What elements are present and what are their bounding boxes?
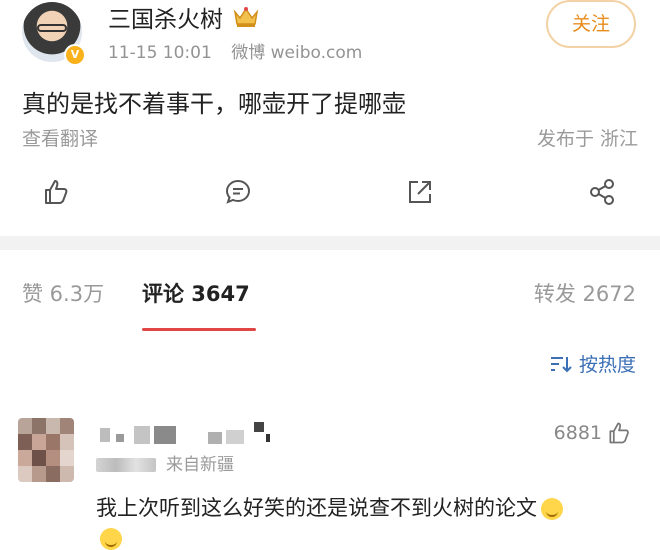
crown-icon xyxy=(233,7,259,27)
tab-likes[interactable]: 赞 6.3万 xyxy=(22,278,104,308)
follow-button[interactable]: 关注 xyxy=(546,0,636,48)
verified-badge-icon: V xyxy=(64,44,86,66)
sort-icon xyxy=(550,356,572,372)
active-tab-indicator xyxy=(142,328,256,331)
comment-button[interactable] xyxy=(216,170,260,214)
comment-icon xyxy=(225,179,251,204)
laughing-emoji-icon xyxy=(100,528,122,550)
commenter-avatar[interactable] xyxy=(18,418,74,482)
interaction-tabs: 赞 6.3万 评论 3647 转发 2672 xyxy=(0,250,660,332)
comment-location: 来自新疆 xyxy=(166,455,234,475)
comment-like-button[interactable]: 6881 xyxy=(554,420,632,446)
sort-by-hot-button[interactable]: 按热度 xyxy=(549,350,636,377)
laughing-emoji-icon xyxy=(541,498,563,520)
avatar-glasses xyxy=(37,24,67,32)
action-bar xyxy=(0,170,660,220)
thumbs-up-icon xyxy=(609,422,629,444)
tab-comments[interactable]: 评论 3647 xyxy=(142,278,250,308)
section-divider xyxy=(0,236,660,250)
thumbs-up-icon xyxy=(45,180,68,204)
post-header: V 三国杀火树 11-15 10:01 微博 weibo.com 关注 xyxy=(0,0,660,72)
translate-link[interactable]: 查看翻译 xyxy=(22,124,98,151)
comment-body: 我上次听到这么好笑的还是说查不到火树的论文 xyxy=(96,496,537,520)
author-name[interactable]: 三国杀火树 xyxy=(108,0,223,34)
more-share-button[interactable] xyxy=(580,170,624,214)
post-text: 真的是找不着事干，哪壶开了提哪壶 xyxy=(22,90,406,118)
comment-item: 来自新疆 6881 我上次听到这么好笑的还是说查不到火树的论文 xyxy=(0,410,660,550)
sort-label: 按热度 xyxy=(578,354,636,376)
like-button[interactable] xyxy=(34,170,78,214)
tab-reposts[interactable]: 转发 2672 xyxy=(534,278,636,308)
post-meta: 11-15 10:01 微博 weibo.com xyxy=(108,38,376,63)
post-source: 微博 weibo.com xyxy=(231,43,363,63)
post-location: 发布于 浙江 xyxy=(536,128,638,150)
post-time: 11-15 10:01 xyxy=(108,43,212,63)
comment-meta: 来自新疆 xyxy=(96,450,234,475)
comment-like-count: 6881 xyxy=(553,422,602,444)
share-icon xyxy=(409,181,431,203)
more-share-icon xyxy=(590,179,614,205)
comment-time-blurred xyxy=(96,458,156,472)
forward-button[interactable] xyxy=(398,170,442,214)
comment-text: 我上次听到这么好笑的还是说查不到火树的论文 xyxy=(96,492,656,522)
commenter-name-blurred[interactable] xyxy=(96,418,286,448)
